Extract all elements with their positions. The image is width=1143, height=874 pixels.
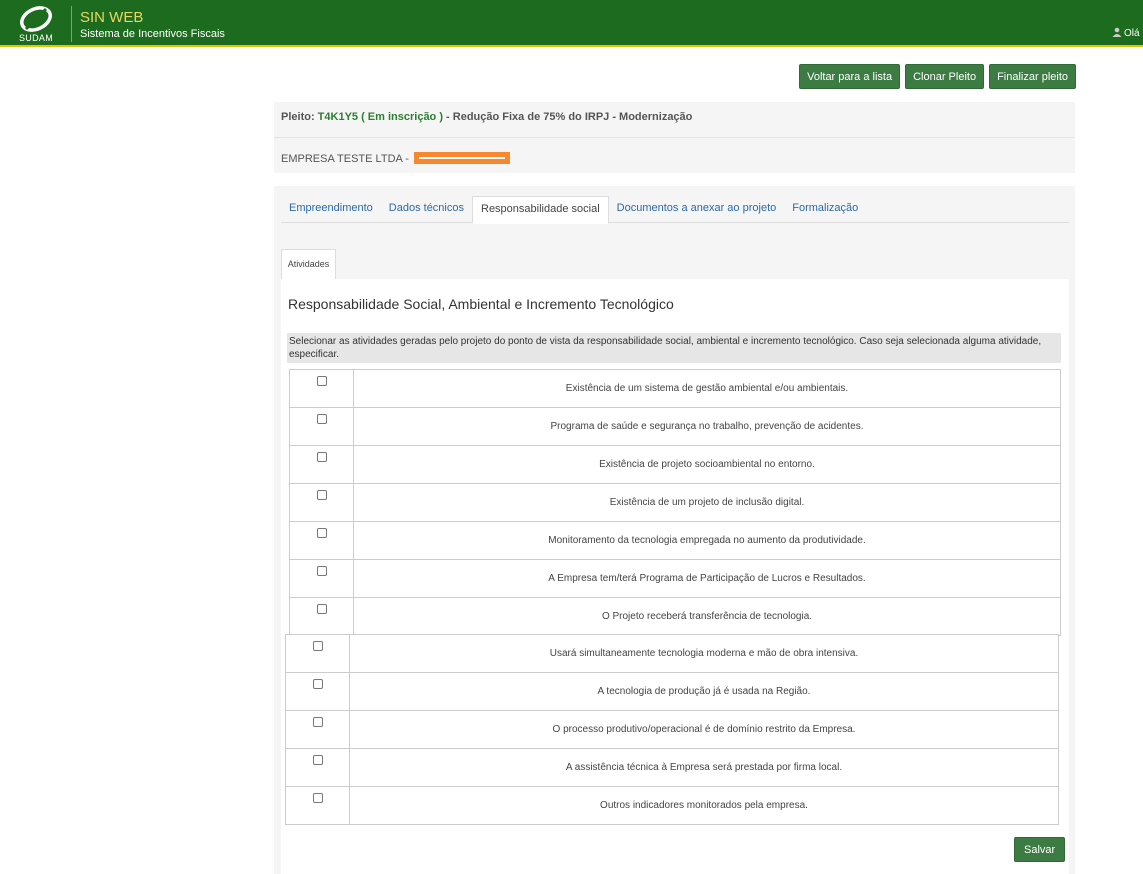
activities-table-bottom: Usará simultaneamente tecnologia moderna… [285,634,1059,825]
activity-checkbox[interactable] [316,528,327,538]
activity-label: Existência de projeto socioambiental no … [353,445,1061,484]
activity-checkbox[interactable] [312,641,323,651]
header-divider [71,6,72,42]
top-bar: SUDAM SIN WEB Sistema de Incentivos Fisc… [0,0,1143,47]
activity-checkbox[interactable] [316,414,327,424]
activity-label: A tecnologia de produção já é usada na R… [349,672,1059,711]
table-row: O processo produtivo/operacional é de do… [285,710,1059,749]
back-to-list-button[interactable]: Voltar para a lista [799,64,901,89]
info-separator [274,137,1075,138]
activity-checkbox[interactable] [312,717,323,727]
tab-panel: Empreendimento Dados técnicos Responsabi… [274,186,1075,874]
pleito-suffix: - Redução Fixa de 75% do IRPJ - Moderniz… [443,111,693,123]
tab-responsabilidade-social[interactable]: Responsabilidade social [472,196,609,224]
activity-checkbox[interactable] [316,376,327,386]
clone-pleito-button[interactable]: Clonar Pleito [905,64,985,89]
app-name: SIN WEB [80,9,144,26]
action-buttons: Voltar para a lista Clonar Pleito Finali… [799,64,1076,89]
activity-checkbox[interactable] [312,793,323,803]
pleito-info-box: Pleito: T4K1Y5 ( Em inscrição ) - Reduçã… [274,102,1075,173]
section-title: Responsabilidade Social, Ambiental e Inc… [288,296,674,312]
pleito-line: Pleito: T4K1Y5 ( Em inscrição ) - Reduçã… [281,111,692,123]
save-button[interactable]: Salvar [1014,837,1066,862]
tab-empreendimento[interactable]: Empreendimento [281,196,381,223]
pleito-prefix: Pleito: [281,111,318,123]
sudam-logo-icon [20,6,52,32]
table-row: Outros indicadores monitorados pela empr… [285,786,1059,825]
activity-label: Programa de saúde e segurança no trabalh… [353,407,1061,446]
activity-checkbox[interactable] [316,566,327,576]
tab-dados-tecnicos[interactable]: Dados técnicos [381,196,472,223]
user-greeting: Olá I [1124,28,1143,39]
activity-label: Monitoramento da tecnologia empregada no… [353,521,1061,560]
activity-label: A assistência técnica à Empresa será pre… [349,748,1059,787]
activity-label: O Projeto receberá transferência de tecn… [353,597,1061,636]
activities-table-top: Existência de um sistema de gestão ambie… [289,369,1061,636]
redaction-mark [414,152,511,164]
activity-checkbox[interactable] [312,755,323,765]
activities-content: Responsabilidade Social, Ambiental e Inc… [281,279,1069,874]
table-row: A tecnologia de produção já é usada na R… [285,672,1059,711]
table-row: Monitoramento da tecnologia empregada no… [289,521,1061,560]
pleito-code-status: T4K1Y5 ( Em inscrição ) [317,111,443,123]
activity-checkbox[interactable] [316,604,327,614]
empresa-name: EMPRESA TESTE LTDA - [281,153,413,165]
activity-label: Usará simultaneamente tecnologia moderna… [349,634,1059,673]
sub-tabs: Atividades [281,249,1069,279]
empresa-line: EMPRESA TESTE LTDA - [281,152,511,165]
activity-label: O processo produtivo/operacional é de do… [349,710,1059,749]
tab-formalizacao[interactable]: Formalização [784,196,866,223]
activity-label: Outros indicadores monitorados pela empr… [349,786,1059,825]
activity-label: A Empresa tem/terá Programa de Participa… [353,559,1061,598]
activity-label: Existência de um sistema de gestão ambie… [353,369,1061,408]
table-row: O Projeto receberá transferência de tecn… [289,597,1061,636]
table-row: Programa de saúde e segurança no trabalh… [289,407,1061,446]
tab-atividades[interactable]: Atividades [281,249,336,279]
user-menu[interactable]: Olá I [1112,27,1143,39]
table-row: Existência de um sistema de gestão ambie… [289,369,1061,408]
instruction-text: Selecionar as atividades geradas pelo pr… [287,333,1061,363]
table-row: Existência de um projeto de inclusão dig… [289,483,1061,522]
table-row: A Empresa tem/terá Programa de Participa… [289,559,1061,598]
activity-checkbox[interactable] [316,490,327,500]
tab-documentos[interactable]: Documentos a anexar ao projeto [609,196,785,223]
activity-checkbox[interactable] [312,679,323,689]
app-subtitle: Sistema de Incentivos Fiscais [80,28,225,40]
logo-text: SUDAM [18,33,53,43]
user-icon [1112,27,1122,37]
finish-pleito-button[interactable]: Finalizar pleito [989,64,1076,89]
table-row: Usará simultaneamente tecnologia moderna… [285,634,1059,673]
table-row: Existência de projeto socioambiental no … [289,445,1061,484]
main-tabs: Empreendimento Dados técnicos Responsabi… [281,196,1069,224]
activity-checkbox[interactable] [316,452,327,462]
table-row: A assistência técnica à Empresa será pre… [285,748,1059,787]
sudam-logo[interactable]: SUDAM [8,5,64,45]
activity-label: Existência de um projeto de inclusão dig… [353,483,1061,522]
